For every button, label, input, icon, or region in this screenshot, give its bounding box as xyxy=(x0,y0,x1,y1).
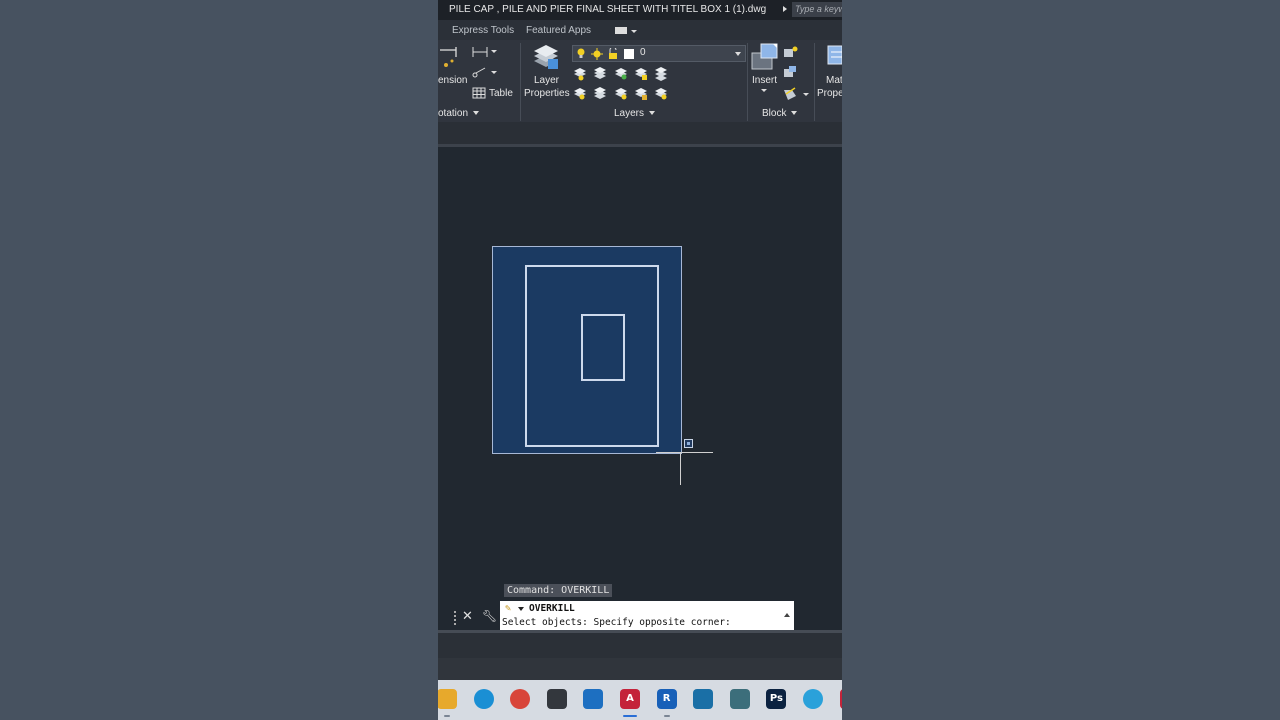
dimension-icon[interactable] xyxy=(438,45,460,71)
layer-properties-label-1[interactable]: Layer xyxy=(534,75,559,86)
dimension-label[interactable]: ension xyxy=(438,75,467,86)
layers-panel-label[interactable]: Layers xyxy=(614,108,656,119)
pickbox-cursor-icon xyxy=(684,439,693,448)
chevron-down-icon xyxy=(473,111,480,116)
layer-properties-label-2[interactable]: Properties xyxy=(524,88,570,99)
command-history: Command: OVERKILL xyxy=(504,584,613,597)
app-icon[interactable] xyxy=(839,689,842,709)
layer-tools-row-1[interactable] xyxy=(574,67,670,81)
grip-handle-icon[interactable] xyxy=(454,611,459,625)
chevron-down-icon[interactable] xyxy=(518,607,524,611)
status-bar xyxy=(438,633,842,658)
workspace-icon[interactable] xyxy=(615,27,627,34)
store-icon[interactable] xyxy=(583,689,604,709)
autocad-window: PILE CAP , PILE AND PIER FINAL SHEET WIT… xyxy=(438,0,842,720)
layer-state-icons xyxy=(577,48,634,60)
title-bar: PILE CAP , PILE AND PIER FINAL SHEET WIT… xyxy=(438,0,842,20)
workspace-caret-icon[interactable] xyxy=(631,30,637,33)
crosshair-horizontal xyxy=(656,452,713,453)
running-indicator xyxy=(623,715,637,717)
close-icon[interactable]: ✕ xyxy=(462,609,473,624)
document-title: PILE CAP , PILE AND PIER FINAL SHEET WIT… xyxy=(449,4,767,15)
left-background xyxy=(0,0,438,720)
insert-label[interactable]: Insert xyxy=(752,75,777,86)
block-panel-label-text: Block xyxy=(762,108,787,119)
taskbar: A R Ps xyxy=(438,680,842,720)
ribbon: ension Table otation Layer Properties 0 … xyxy=(438,40,842,122)
chrome-icon[interactable] xyxy=(510,689,531,709)
block-panel-label[interactable]: Block xyxy=(762,108,798,119)
match-properties-label-1[interactable]: Mat xyxy=(826,75,842,86)
block-tools-icons[interactable] xyxy=(783,46,811,104)
chevron-up-icon[interactable] xyxy=(784,613,790,617)
panel-divider xyxy=(520,43,521,121)
pen-icon: ✎ xyxy=(505,603,512,614)
drawing-canvas[interactable] xyxy=(438,147,842,630)
revit-icon[interactable]: R xyxy=(656,689,677,709)
match-properties-label-2[interactable]: Prope xyxy=(817,88,842,99)
tab-express-tools[interactable]: Express Tools xyxy=(452,25,514,36)
search-input[interactable]: Type a keyword xyxy=(792,2,842,17)
running-indicator xyxy=(663,715,670,717)
file-explorer-icon[interactable] xyxy=(438,689,457,709)
match-properties-icon[interactable] xyxy=(826,44,842,70)
insert-caret-icon[interactable] xyxy=(761,87,767,93)
chevron-down-icon xyxy=(649,111,656,116)
insert-block-icon[interactable] xyxy=(751,43,781,73)
pier-outline[interactable] xyxy=(581,314,625,381)
current-layer-value: 0 xyxy=(640,47,646,58)
annotation-panel-label[interactable]: otation xyxy=(438,108,480,119)
current-command: OVERKILL xyxy=(529,603,575,614)
layer-dropdown[interactable]: 0 xyxy=(572,45,746,62)
edge-icon[interactable] xyxy=(473,689,494,709)
panel-divider xyxy=(747,43,748,121)
table-label[interactable]: Table xyxy=(489,88,513,99)
telegram-icon[interactable] xyxy=(803,689,823,709)
wrench-icon[interactable]: 🔧︎ xyxy=(482,609,497,623)
panel-divider xyxy=(814,43,815,121)
3d-app-icon[interactable] xyxy=(546,689,567,709)
running-indicator xyxy=(444,715,450,717)
ribbon-tabs: Express Tools Featured Apps xyxy=(438,20,842,40)
command-prompt: Select objects: Specify opposite corner: xyxy=(502,617,731,628)
layers-panel-label-text: Layers xyxy=(614,108,645,119)
file-tabs-strip xyxy=(438,122,842,144)
photoshop-icon[interactable]: Ps xyxy=(766,689,787,709)
annotation-panel-label-text: otation xyxy=(438,108,469,119)
table-icon[interactable] xyxy=(472,87,486,99)
autocad-icon[interactable]: A xyxy=(620,689,640,709)
crosshair-vertical xyxy=(680,453,681,485)
chevron-down-icon xyxy=(735,52,741,56)
layer-properties-icon[interactable] xyxy=(532,43,560,71)
right-background xyxy=(842,0,1280,720)
linear-dimension-icon[interactable] xyxy=(472,46,498,58)
chevron-down-icon xyxy=(761,89,767,92)
leader-icon[interactable] xyxy=(472,66,498,78)
sketchup-icon[interactable] xyxy=(693,689,714,709)
layout-strip xyxy=(438,658,842,680)
title-arrow-icon[interactable] xyxy=(783,6,787,12)
tab-featured-apps[interactable]: Featured Apps xyxy=(526,25,591,36)
structure-app-icon[interactable] xyxy=(729,689,750,709)
chevron-down-icon xyxy=(791,111,798,116)
command-line[interactable]: ✎ OVERKILL Select objects: Specify oppos… xyxy=(500,601,794,630)
layer-tools-row-2[interactable] xyxy=(574,87,670,101)
